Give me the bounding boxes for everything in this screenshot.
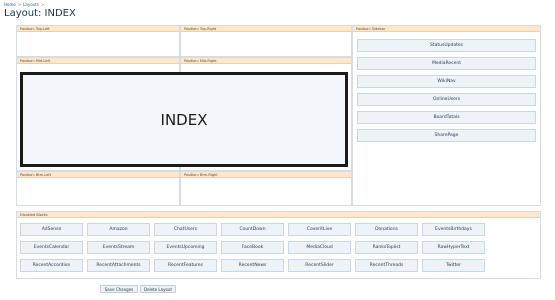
disabled-block[interactable]: RecentNews [221, 259, 284, 272]
page-title: Layout: INDEX [4, 8, 76, 19]
disabled-block[interactable]: EventsCalendar [20, 241, 83, 254]
position-label: Position: Btm-Right [181, 172, 351, 178]
sidebar-block[interactable]: WikiNav [357, 75, 536, 88]
breadcrumb-separator: > [40, 2, 45, 7]
disabled-block[interactable]: Twitter [422, 259, 485, 272]
position-label: Position: Mid-Right [181, 58, 351, 64]
breadcrumb-home[interactable]: Home [4, 2, 16, 7]
disabled-block[interactable]: CountDown [221, 223, 284, 236]
disabled-block[interactable]: RanksToplist [355, 241, 418, 254]
sidebar-block[interactable]: BoardTotals [357, 111, 536, 124]
delete-layout-button[interactable]: Delete Layout [140, 285, 176, 293]
disabled-block[interactable]: RecentFeatures [154, 259, 217, 272]
position-label: Position: Sidebar [353, 26, 540, 32]
position-top-right[interactable]: Position: Top-Right [180, 25, 352, 57]
disabled-block[interactable]: RecentAccordion [20, 259, 83, 272]
sidebar-block[interactable]: SharePage [357, 129, 536, 142]
position-btm-right[interactable]: Position: Btm-Right [180, 171, 352, 206]
disabled-block[interactable]: RawHyperText [422, 241, 485, 254]
breadcrumb: Home > Layouts > [4, 2, 44, 7]
sidebar-block[interactable]: MediaRecent [357, 57, 536, 70]
position-label: Position: Mid-Left [17, 58, 179, 64]
breadcrumb-layouts[interactable]: Layouts [23, 2, 39, 7]
disabled-block[interactable]: Donations [355, 223, 418, 236]
disabled-block[interactable]: RecentAttachments [87, 259, 150, 272]
position-label: Position: Top-Right [181, 26, 351, 32]
disabled-block[interactable]: Amazon [87, 223, 150, 236]
position-label: Position: Top-Left [17, 26, 179, 32]
position-label: Position: Btm-Left [17, 172, 179, 178]
sidebar-block[interactable]: OnlineUsers [357, 93, 536, 106]
disabled-block[interactable]: EventsUpcoming [154, 241, 217, 254]
position-btm-left[interactable]: Position: Btm-Left [16, 171, 180, 206]
save-changes-button[interactable]: Save Changes [100, 285, 138, 293]
disabled-block[interactable]: MediaCloud [288, 241, 351, 254]
disabled-block[interactable]: ChatUsers [154, 223, 217, 236]
disabled-block[interactable]: CoveritLive [288, 223, 351, 236]
sidebar-block[interactable]: StatusUpdates [357, 39, 536, 52]
index-content-block[interactable]: INDEX [20, 72, 348, 167]
breadcrumb-separator: > [17, 2, 22, 7]
disabled-blocks-title: Disabled Blocks [17, 212, 540, 218]
disabled-block[interactable]: EventsStream [87, 241, 150, 254]
disabled-block[interactable]: RecentSlider [288, 259, 351, 272]
disabled-block[interactable]: FaceBook [221, 241, 284, 254]
disabled-block[interactable]: RecentThreads [355, 259, 418, 272]
disabled-block[interactable]: AdSense [20, 223, 83, 236]
position-top-left[interactable]: Position: Top-Left [16, 25, 180, 57]
disabled-block[interactable]: EventsBirthdays [422, 223, 485, 236]
